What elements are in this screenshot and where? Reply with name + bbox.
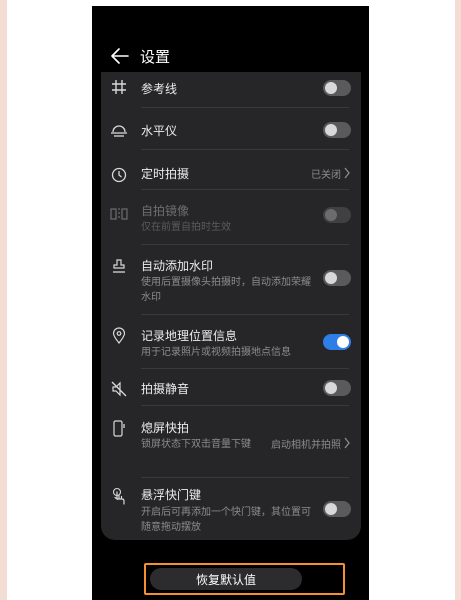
setting-label: 自动添加水印 — [141, 259, 214, 273]
grid-icon — [109, 77, 129, 97]
watermark-toggle[interactable] — [323, 270, 351, 286]
setting-label: 悬浮快门键 — [141, 488, 202, 502]
setting-row-selfie-mirror: 自拍镜像 仅在前置自拍时生效 — [101, 190, 361, 245]
gridlines-toggle[interactable] — [323, 80, 351, 96]
phone-screen: 设置 参考线 水平仪 定时拍摄 已关闭 自拍镜像 仅在前置自拍时生效 自动添加水… — [92, 6, 369, 600]
setting-row-mute[interactable]: 拍摄静音 — [101, 369, 361, 406]
settings-list: 参考线 水平仪 定时拍摄 已关闭 自拍镜像 仅在前置自拍时生效 自动添加水印 使… — [101, 72, 361, 540]
setting-label: 熄屏快拍 — [141, 421, 190, 435]
setting-description: 开启后可再添加一个快门键，其位置可随意拖动摆放 — [141, 507, 311, 533]
setting-description: 锁屏状态下双击音量下键 — [141, 439, 251, 450]
setting-label: 定时拍摄 — [141, 167, 190, 181]
setting-label: 拍摄静音 — [141, 382, 190, 396]
stamp-icon — [109, 256, 129, 276]
setting-row-screen-off-snap[interactable]: 熄屏快拍 锁屏状态下双击音量下键 启动相机并拍照 — [101, 406, 361, 478]
mute-icon — [109, 379, 129, 399]
tap-hand-icon — [109, 486, 129, 506]
reset-highlight-box: 恢复默认值 — [144, 563, 345, 595]
screen-off-snap-value: 启动相机并拍照 — [271, 440, 341, 451]
timer-icon — [109, 165, 129, 185]
setting-row-watermark[interactable]: 自动添加水印 使用后置摄像头拍摄时，自动添加荣耀水印 — [101, 245, 361, 315]
setting-label: 自拍镜像 — [141, 204, 190, 218]
location-toggle[interactable] — [323, 334, 351, 350]
setting-row-level[interactable]: 水平仪 — [101, 108, 361, 150]
reset-defaults-button[interactable]: 恢复默认值 — [150, 568, 302, 590]
phone-snap-icon — [109, 418, 129, 438]
page-title: 设置 — [140, 47, 171, 66]
location-pin-icon — [109, 325, 129, 345]
chevron-right-icon — [344, 167, 350, 179]
level-icon — [109, 122, 129, 142]
setting-row-timer[interactable]: 定时拍摄 已关闭 — [101, 150, 361, 190]
setting-description: 用于记录照片或视频拍摄地点信息 — [141, 347, 291, 358]
screenshot-frame-left — [7, 0, 92, 600]
chevron-right-icon — [344, 437, 350, 449]
setting-row-gridlines[interactable]: 参考线 — [101, 72, 361, 108]
setting-description: 仅在前置自拍时生效 — [141, 222, 231, 233]
level-toggle[interactable] — [323, 122, 351, 138]
mute-toggle[interactable] — [323, 380, 351, 396]
setting-label: 水平仪 — [141, 124, 178, 138]
setting-description: 使用后置摄像头拍摄时，自动添加荣耀水印 — [141, 277, 311, 303]
setting-row-location[interactable]: 记录地理位置信息 用于记录照片或视频拍摄地点信息 — [101, 315, 361, 369]
mirror-icon — [109, 204, 129, 224]
floating-shutter-toggle[interactable] — [323, 501, 351, 517]
setting-label: 参考线 — [141, 82, 178, 96]
selfie-mirror-toggle — [323, 207, 351, 223]
setting-label: 记录地理位置信息 — [141, 329, 238, 343]
back-arrow-icon[interactable] — [109, 45, 131, 67]
top-bar: 设置 — [92, 42, 369, 70]
timer-value: 已关闭 — [311, 170, 341, 181]
setting-row-floating-shutter[interactable]: 悬浮快门键 开启后可再添加一个快门键，其位置可随意拖动摆放 — [101, 478, 361, 540]
screenshot-frame-right — [369, 0, 455, 600]
